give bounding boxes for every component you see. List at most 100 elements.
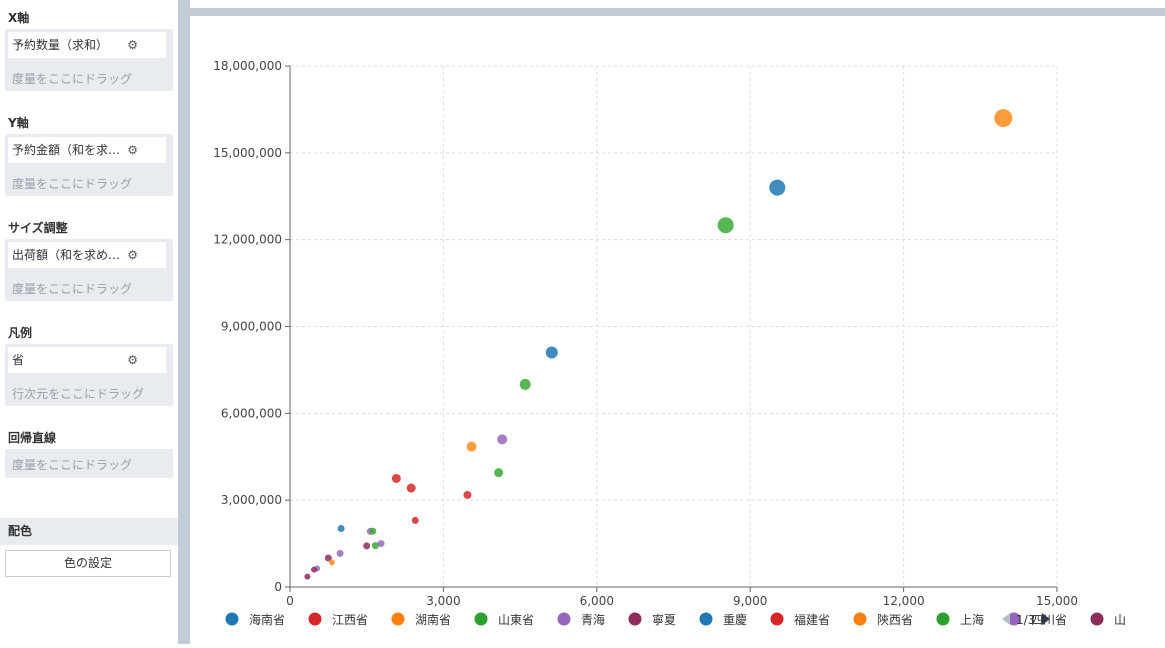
data-point bbox=[369, 527, 377, 535]
legend-title: 凡例 bbox=[8, 326, 33, 340]
y-tick-label: 9,000,000 bbox=[221, 320, 282, 334]
legend-label: 江西省 bbox=[332, 613, 368, 627]
size-measure-label: 出荷額（和を求め… bbox=[12, 248, 121, 262]
data-point bbox=[769, 179, 786, 196]
size-title: サイズ調整 bbox=[8, 221, 68, 235]
legend-label: 重慶 bbox=[723, 613, 747, 627]
data-point bbox=[466, 441, 477, 452]
legend-label: 福建省 bbox=[794, 612, 830, 627]
gear-icon[interactable]: ⚙ bbox=[127, 242, 138, 268]
x-axis-well[interactable]: 予約数量（求和） ⚙ 度量をここにドラッグ bbox=[5, 29, 173, 91]
x-axis-drop-hint: 度量をここにドラッグ bbox=[12, 72, 133, 86]
y-axis-drop-hint: 度量をここにドラッグ bbox=[12, 177, 133, 191]
size-well[interactable]: 出荷額（和を求め… ⚙ 度量をここにドラッグ bbox=[5, 239, 173, 301]
x-tick-label: 9,000 bbox=[733, 594, 767, 608]
regression-well[interactable]: 度量をここにドラッグ bbox=[5, 449, 173, 478]
data-point bbox=[494, 468, 504, 478]
gear-icon[interactable]: ⚙ bbox=[127, 137, 138, 163]
legend-swatch bbox=[557, 612, 571, 626]
panel-splitter[interactable] bbox=[178, 0, 190, 644]
data-point bbox=[363, 542, 371, 550]
legend-swatch bbox=[853, 612, 867, 626]
data-point bbox=[497, 434, 508, 445]
scatter-chart-svg: 0 3,000 6,000 9,000 12,000 15,000 0 3,000,000 6,… bbox=[213, 59, 1127, 628]
data-point bbox=[391, 473, 401, 483]
chart-points bbox=[304, 109, 1013, 580]
legend-item[interactable]: 湖南省 bbox=[391, 612, 452, 627]
legend-item[interactable]: 上海 bbox=[936, 612, 985, 627]
y-tick-label: 0 bbox=[274, 580, 282, 594]
legend-dimension-label: 省 bbox=[12, 353, 25, 367]
legend-item[interactable]: 海南省 bbox=[225, 612, 286, 627]
x-tick-label: 12,000 bbox=[883, 594, 925, 608]
color-section-title: 配色 bbox=[0, 518, 178, 545]
data-point bbox=[304, 573, 311, 580]
legend-swatch bbox=[474, 612, 488, 626]
x-tick-label: 3,000 bbox=[426, 594, 460, 608]
legend-label: 海南省 bbox=[249, 612, 285, 627]
legend-label: 寧夏 bbox=[652, 612, 676, 627]
x-axis-measure-chip[interactable]: 予約数量（求和） ⚙ bbox=[8, 32, 166, 58]
x-tick-label: 6,000 bbox=[580, 594, 614, 608]
chart-config-panel: X軸 予約数量（求和） ⚙ 度量をここにドラッグ Y軸 予約金額（和を求… ⚙ … bbox=[0, 0, 178, 644]
legend-item[interactable]: 福建省 bbox=[770, 612, 831, 627]
legend-swatch bbox=[391, 612, 405, 626]
legend-label: 青海 bbox=[581, 612, 605, 627]
data-point bbox=[337, 525, 345, 533]
top-divider bbox=[190, 8, 1165, 16]
legend-label: 湖南省 bbox=[415, 612, 451, 627]
regression-drop-hint: 度量をここにドラッグ bbox=[12, 458, 133, 472]
legend-item[interactable]: 寧夏 bbox=[628, 612, 677, 627]
legend-dimension-chip[interactable]: 省 ⚙ bbox=[8, 347, 166, 373]
legend-item[interactable]: 江西省 bbox=[308, 612, 369, 628]
legend-label: 上海 bbox=[960, 612, 984, 627]
size-measure-chip[interactable]: 出荷額（和を求め… ⚙ bbox=[8, 242, 166, 268]
size-drop-hint: 度量をここにドラッグ bbox=[12, 282, 133, 296]
y-tick-label: 12,000,000 bbox=[213, 233, 282, 247]
y-axis-well[interactable]: 予約金額（和を求… ⚙ 度量をここにドラッグ bbox=[5, 134, 173, 196]
legend-item[interactable]: 陝西省 bbox=[853, 612, 914, 627]
scatter-chart: 0 3,000 6,000 9,000 12,000 15,000 0 3,000,000 6,… bbox=[190, 16, 1165, 644]
triangle-left-icon[interactable] bbox=[1002, 613, 1010, 625]
x-axis-measure-label: 予約数量（求和） bbox=[12, 38, 109, 52]
legend-item[interactable]: 山東省 bbox=[474, 612, 535, 628]
legend-swatch bbox=[699, 612, 713, 626]
legend-item[interactable]: 青海 bbox=[557, 612, 606, 627]
regression-title: 回帰直線 bbox=[8, 431, 57, 445]
x-tick-label: 0 bbox=[286, 594, 294, 608]
y-axis-title: Y軸 bbox=[8, 116, 29, 130]
chart-legend: 海南省 江西省 湖南省 山東省 青海 寧夏 重慶 福建省 陝西省 上海 四川省 山 1/3 bbox=[225, 612, 1127, 628]
legend-swatch bbox=[936, 612, 950, 626]
y-tick-label: 15,000,000 bbox=[213, 146, 282, 160]
x-tick-label: 15,000 bbox=[1036, 594, 1078, 608]
data-point bbox=[406, 483, 416, 493]
y-tick-label: 18,000,000 bbox=[213, 59, 282, 73]
legend-label: 陝西省 bbox=[877, 612, 913, 627]
y-tick-label: 3,000,000 bbox=[221, 493, 282, 507]
y-axis-measure-label: 予約金額（和を求… bbox=[12, 143, 121, 157]
color-settings-button[interactable]: 色の設定 bbox=[5, 550, 171, 577]
legend-label: 山東省 bbox=[498, 613, 534, 627]
x-axis-title: X軸 bbox=[8, 11, 30, 25]
legend-label: 四川省 bbox=[1031, 613, 1067, 627]
data-point bbox=[717, 217, 734, 234]
data-point bbox=[336, 549, 344, 557]
data-point bbox=[545, 346, 558, 359]
legend-drop-hint: 行次元をここにドラッグ bbox=[12, 387, 145, 401]
legend-swatch bbox=[628, 612, 642, 626]
data-point bbox=[328, 559, 335, 566]
legend-swatch bbox=[770, 612, 784, 626]
legend-swatch bbox=[308, 612, 322, 626]
gear-icon[interactable]: ⚙ bbox=[127, 32, 138, 58]
legend-label: 山 bbox=[1114, 613, 1126, 627]
legend-item[interactable]: 山 bbox=[1090, 612, 1127, 628]
legend-swatch bbox=[225, 612, 239, 626]
data-point bbox=[411, 516, 419, 524]
y-axis-measure-chip[interactable]: 予約金額（和を求… ⚙ bbox=[8, 137, 166, 163]
legend-swatch bbox=[1090, 612, 1104, 626]
legend-well[interactable]: 省 ⚙ 行次元をここにドラッグ bbox=[5, 344, 173, 406]
gear-icon[interactable]: ⚙ bbox=[127, 347, 138, 373]
legend-item[interactable]: 重慶 bbox=[699, 612, 748, 628]
legend-page-indicator: 1/3 bbox=[1016, 613, 1035, 627]
data-point bbox=[371, 542, 379, 550]
